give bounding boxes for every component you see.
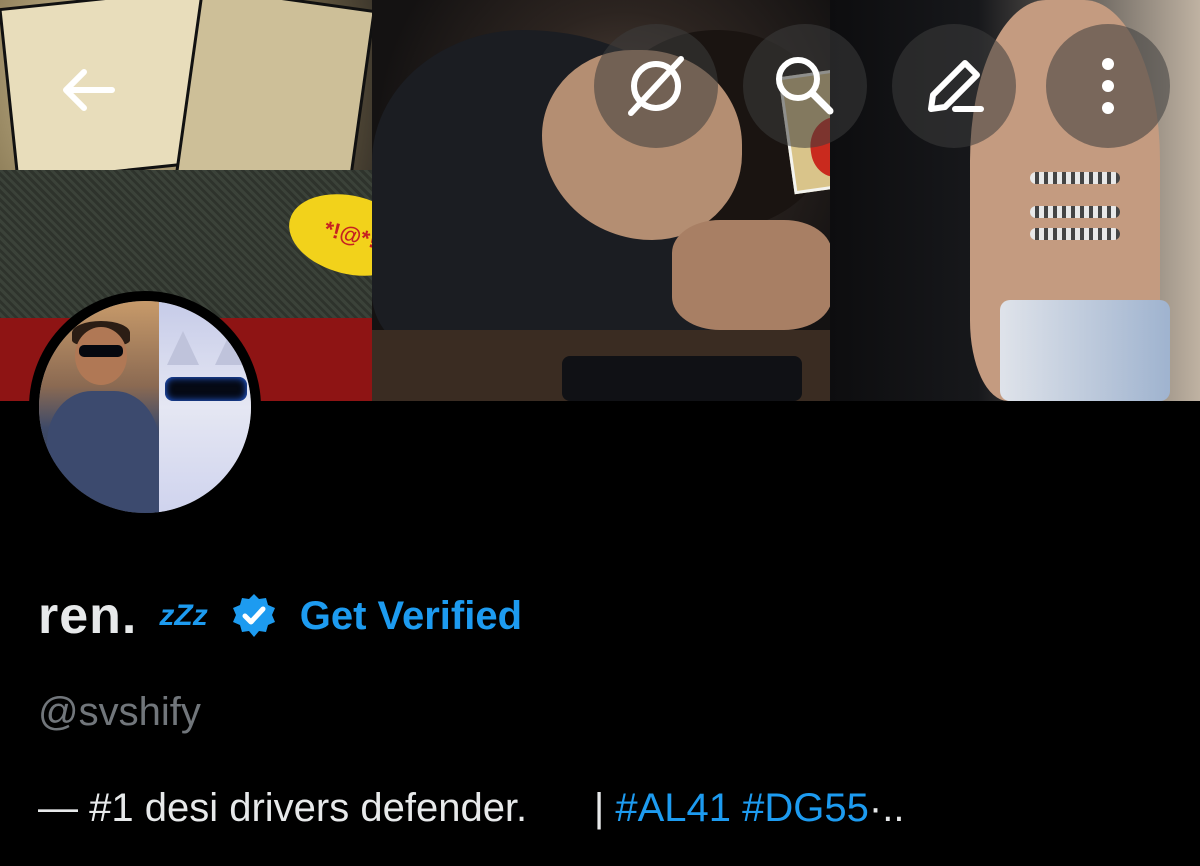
search-icon — [776, 57, 834, 115]
grok-icon — [628, 56, 684, 116]
edit-button[interactable] — [892, 24, 1016, 148]
phone — [562, 356, 802, 401]
profile-bio: — #1 desi drivers defender. | #AL41 #DG5… — [38, 786, 904, 831]
energy-drink-can — [1000, 300, 1170, 401]
profile-handle: @svshify — [38, 690, 201, 734]
avatar-cat-sunglasses — [165, 377, 247, 401]
bracelet — [1030, 172, 1120, 184]
display-name: ren. — [38, 587, 138, 645]
bio-decoration: ·.. — [868, 786, 905, 830]
search-button[interactable] — [743, 24, 867, 148]
back-button[interactable] — [58, 62, 118, 118]
get-verified-link[interactable]: Get Verified — [300, 594, 522, 639]
hand — [672, 220, 832, 330]
edit-pencil-icon — [928, 60, 984, 112]
bio-separator: | — [593, 786, 605, 830]
avatar-person-body — [47, 391, 159, 513]
grok-button[interactable] — [594, 24, 718, 148]
verified-badge-icon[interactable] — [230, 592, 278, 640]
avatar[interactable] — [39, 301, 251, 513]
profile-name-row: ren. zZz Get Verified — [38, 586, 522, 646]
zzz-emoji: zZz — [159, 599, 208, 632]
hashtag-link[interactable]: #DG55 — [742, 786, 869, 830]
avatar-cat-ear — [167, 331, 199, 365]
bio-text: — #1 desi drivers defender. — [38, 786, 528, 830]
more-vertical-icon — [1102, 58, 1114, 114]
avatar-person-sunglasses — [79, 345, 123, 357]
hashtag-link[interactable]: #AL41 — [615, 786, 731, 830]
bracelet — [1030, 206, 1120, 218]
more-options-button[interactable] — [1046, 24, 1170, 148]
bracelet — [1030, 228, 1120, 240]
avatar-cat-ear — [215, 331, 247, 365]
back-arrow-icon — [63, 69, 115, 111]
